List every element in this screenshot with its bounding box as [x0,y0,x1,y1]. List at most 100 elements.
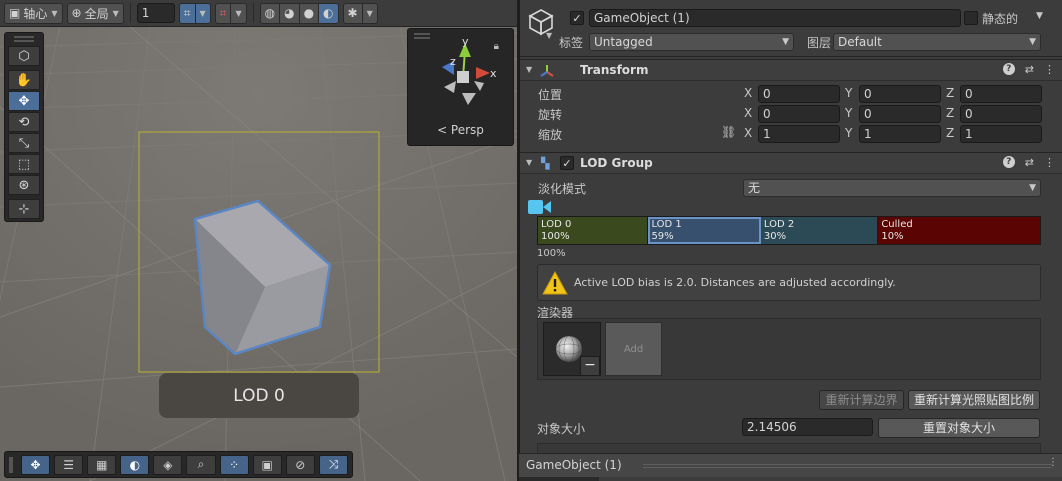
lod-level-segment[interactable]: LOD 0 100% [538,217,649,244]
debug-draw-button[interactable]: ✱ [342,2,363,24]
shuffle-button[interactable]: ⤨ [318,454,348,475]
camera-button[interactable]: ▣ [252,454,282,475]
scale-tool[interactable]: ⤡ [8,133,40,153]
rotate-tool[interactable]: ⟲ [8,112,40,132]
recalculate-bounds-button[interactable]: 重新计算边界 [819,390,904,410]
rect-tool[interactable]: ⬚ [8,154,40,174]
link-broken-icon[interactable]: ⛓︎ [721,125,736,139]
preset-sliders-icon[interactable]: ⇄ [1025,156,1034,169]
overlay-drag-handle[interactable] [14,36,34,42]
object-size-field[interactable]: 2.14506 [742,418,873,436]
rot-x-axis-label: X [744,106,753,120]
static-label: 静态的 [982,12,1019,26]
lod-level-segment[interactable]: Culled 10% [878,217,1040,244]
position-y-field[interactable]: 0 [859,85,941,103]
chevron-down-icon[interactable]: ▼ [546,31,552,40]
move-tool[interactable]: ✥ [8,91,40,111]
grid-visibility-button[interactable]: ▦ [87,454,117,475]
debug-draw-dropdown[interactable]: ▼ [361,2,378,24]
layers-button[interactable]: ◈ [153,454,183,475]
foldout-arrow-icon[interactable]: ▼ [526,65,532,74]
active-checkbox[interactable]: ✓ [570,11,584,25]
overlay-drag-handle[interactable] [9,456,13,473]
lit-mode-button[interactable]: ◐ [318,2,339,24]
foldout-arrow-icon[interactable]: ▼ [526,158,532,167]
axis-gizmo-icon[interactable]: y x z [408,29,515,123]
position-z-field[interactable]: 0 [960,85,1042,103]
grid-snap-button[interactable]: ⌗ [178,2,196,24]
remove-renderer-button[interactable]: − [580,356,600,376]
position-x-field[interactable]: 0 [758,85,840,103]
scale-x-field[interactable]: 1 [758,125,840,143]
wireframe-mode-button[interactable]: ◍ [259,2,281,24]
rot-z-axis-label: Z [946,106,955,120]
view-mode-tool[interactable]: ⬡ [8,46,40,66]
grid-snap-icon: ⌗ [183,5,191,20]
layer-label: 图层 [807,36,832,50]
recalculate-lightmap-scale-button[interactable]: 重新计算光照贴图比例 [908,390,1040,410]
projection-toggle[interactable]: < Persp [408,123,513,137]
kebab-menu-icon[interactable]: ⋮ [1048,457,1058,468]
orientation-gizmo[interactable]: 🔒︎ y x z < Persp [407,28,514,146]
help-icon[interactable]: ? [1002,63,1015,75]
lod-level-segment[interactable]: LOD 2 30% [760,217,879,244]
lod-group-component-header[interactable]: ▼ ▚ ✓ LOD Group ? ⇄ ⋮ [520,152,1062,174]
grid-size-input[interactable]: 1 [136,3,175,23]
rotation-y-field[interactable]: 0 [859,105,941,123]
lighting-toggle-button[interactable]: ◐ [120,454,150,475]
lod-level-segment[interactable]: LOD 1 59% [648,217,761,244]
align-button[interactable]: ☰ [54,454,84,475]
chevron-down-icon[interactable]: ▼ [1036,11,1043,21]
transform-tool[interactable]: ⊛ [8,175,40,195]
pivot-mode-dropdown[interactable]: ▣ 轴心 ▼ [4,2,63,24]
space-mode-dropdown[interactable]: ⊕ 全局 ▼ [66,2,124,24]
grid-snap-dropdown[interactable]: ▼ [194,2,211,24]
chevron-down-icon: ▼ [51,8,58,18]
scale-z-field[interactable]: 1 [960,125,1042,143]
chevron-down-icon: ▼ [1029,37,1036,47]
add-renderer-button[interactable]: Add [605,322,662,376]
pos-z-axis-label: Z [946,86,955,100]
search-button[interactable]: ⌕ [186,454,216,475]
custom-tool[interactable]: ⊹ [8,199,40,219]
custom-tool-icon: ⊹ [18,201,30,217]
preset-sliders-icon[interactable]: ⇄ [1025,63,1034,76]
pivot-toggle-button[interactable]: ⁘ [219,454,249,475]
fade-mode-dropdown[interactable]: 无 ▼ [743,179,1041,197]
footer-drag-handle[interactable] [643,464,1052,468]
kebab-menu-icon[interactable]: ⋮ [1044,156,1055,169]
search-icon: ⌕ [197,457,205,471]
reset-object-size-button[interactable]: 重置对象大小 [878,418,1040,438]
chevron-down-icon: ▼ [366,8,373,18]
increment-snap-dropdown[interactable]: ▼ [230,2,247,24]
help-icon[interactable]: ? [1002,156,1015,168]
rotation-x-field[interactable]: 0 [758,105,840,123]
shaded-wireframe-mode-button[interactable]: ◕ [279,2,300,24]
object-name-field[interactable]: GameObject (1) [589,9,961,27]
lod-group-enabled-checkbox[interactable]: ✓ [560,156,574,170]
lod-renderer-list-row[interactable] [537,443,1041,453]
scale-y-field[interactable]: 1 [859,125,941,143]
scene-view[interactable]: ▣ 轴心 ▼ ⊕ 全局 ▼ 1 ⌗ ▼ ⌗ ▼ ◍ ◕ ● ◐ ✱ ▼ ⬡ ✋ … [0,0,517,481]
kebab-menu-icon[interactable]: ⋮ [1044,63,1055,76]
static-checkbox[interactable] [964,11,978,25]
transform-component-header[interactable]: ▼ Transform ? ⇄ ⋮ [520,59,1062,81]
globe-icon: ⊕ [71,6,82,20]
camera-position-icon[interactable] [528,199,552,215]
rotation-label: 旋转 [538,108,563,122]
position-label: 位置 [538,88,563,102]
draw-mode-group: ◍ ◕ ● ◐ [259,2,339,24]
lod-group-title: LOD Group [580,156,653,170]
lod-levels-bar[interactable]: LOD 0 100% LOD 1 59% LOD 2 30% Culled 10% [537,216,1041,245]
shaded-mode-button[interactable]: ● [298,2,320,24]
navigation-button[interactable]: ⊘ [285,454,315,475]
move-snap-button[interactable]: ✥ [21,454,51,475]
preview-footer[interactable]: GameObject (1) ⋮ [519,453,1062,477]
layer-dropdown[interactable]: Default ▼ [833,33,1041,51]
tag-dropdown[interactable]: Untagged ▼ [589,33,794,51]
rotation-z-field[interactable]: 0 [960,105,1042,123]
hand-tool[interactable]: ✋ [8,70,40,90]
scene-bottom-overlay: ✥ ☰ ▦ ◐ ◈ ⌕ ⁘ ▣ ⊘ ⤨ [4,451,353,478]
increment-snap-button[interactable]: ⌗ [214,2,232,24]
lod-level-percent: 100% [541,231,570,242]
